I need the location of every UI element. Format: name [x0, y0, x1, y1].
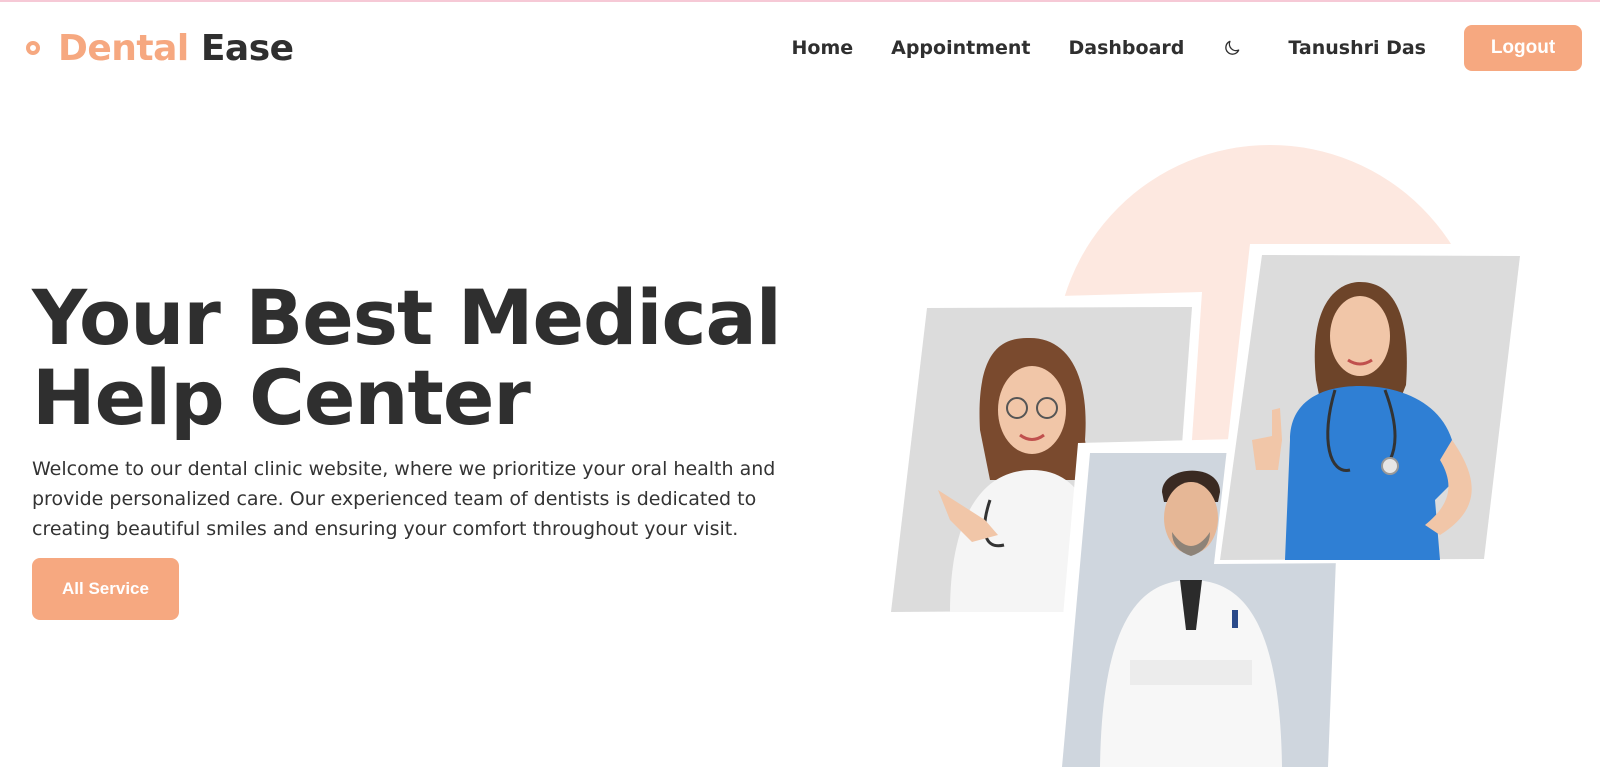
hero-title: Your Best Medical Help Center: [32, 278, 852, 438]
logo-icon: [26, 41, 40, 55]
brand[interactable]: Dental Ease: [26, 28, 294, 69]
all-service-button[interactable]: All Service: [32, 558, 179, 620]
hero-title-line1: Your Best Medical: [32, 273, 782, 362]
brand-rest-text: Ease: [200, 27, 294, 69]
user-name: Tanushri Das: [1288, 37, 1426, 59]
page: Dental Ease Home Appointment Dashboard T…: [0, 0, 1600, 767]
navbar: Dental Ease Home Appointment Dashboard T…: [0, 2, 1600, 94]
main-nav: Home Appointment Dashboard Tanushri Das …: [753, 25, 1582, 71]
nav-link-dashboard[interactable]: Dashboard: [1069, 37, 1185, 59]
hero-collage: [880, 140, 1600, 767]
nav-link-home[interactable]: Home: [791, 37, 853, 59]
brand-name: Dental Ease: [58, 28, 294, 69]
hero-title-line2: Help Center: [32, 353, 531, 442]
moon-icon[interactable]: [1222, 38, 1242, 58]
collage-graphic: [886, 145, 1530, 767]
hero-description: Welcome to our dental clinic website, wh…: [32, 458, 776, 540]
brand-accent-text: Dental: [58, 27, 189, 69]
nurse-blue-scrubs-photo: [1214, 244, 1530, 564]
logout-button[interactable]: Logout: [1464, 25, 1582, 71]
nav-link-appointment[interactable]: Appointment: [891, 37, 1030, 59]
